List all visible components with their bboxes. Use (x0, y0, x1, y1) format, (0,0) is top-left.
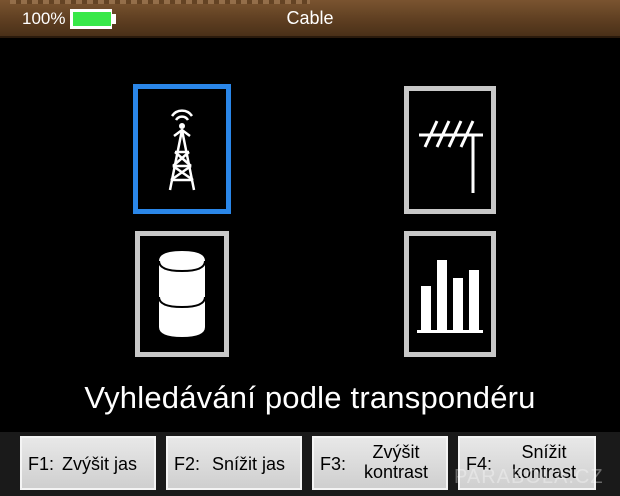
f3-increase-contrast-button[interactable]: F3: Zvýšit kontrast (312, 436, 448, 490)
menu-tile-antenna[interactable] (404, 86, 496, 214)
database-icon (158, 251, 206, 337)
f1-increase-brightness-button[interactable]: F1: Zvýšit jas (20, 436, 156, 490)
f1-key-label: F1: (28, 454, 55, 474)
status-bar: 100% Cable (0, 0, 620, 38)
f3-action-line1: Zvýšit (372, 442, 420, 462)
spectrum-bars-icon (417, 260, 483, 333)
status-bar-texture (10, 0, 310, 4)
menu-tile-spectrum[interactable] (404, 231, 496, 357)
tv-antenna-icon (419, 120, 483, 193)
selected-item-caption: Vyhledávání podle transpondéru (84, 380, 536, 415)
menu-tile-database[interactable] (135, 231, 229, 357)
f2-action-label: Snížit jas (212, 454, 286, 474)
page-title: Cable (286, 8, 334, 28)
watermark: PARABOLA.CZ (454, 466, 604, 488)
menu-tile-transponder-scan[interactable] (133, 84, 231, 214)
f1-action-label: Zvýšit jas (62, 454, 138, 474)
f2-decrease-brightness-button[interactable]: F2: Snížit jas (166, 436, 302, 490)
f2-key-label: F2: (174, 454, 201, 474)
f3-action-line2: kontrast (363, 462, 429, 482)
f3-action-label: Zvýšit kontrast (356, 442, 436, 482)
f3-key-label: F3: (320, 454, 347, 474)
f4-action-line1: Snížit (521, 442, 567, 462)
broadcast-tower-icon (168, 109, 196, 191)
